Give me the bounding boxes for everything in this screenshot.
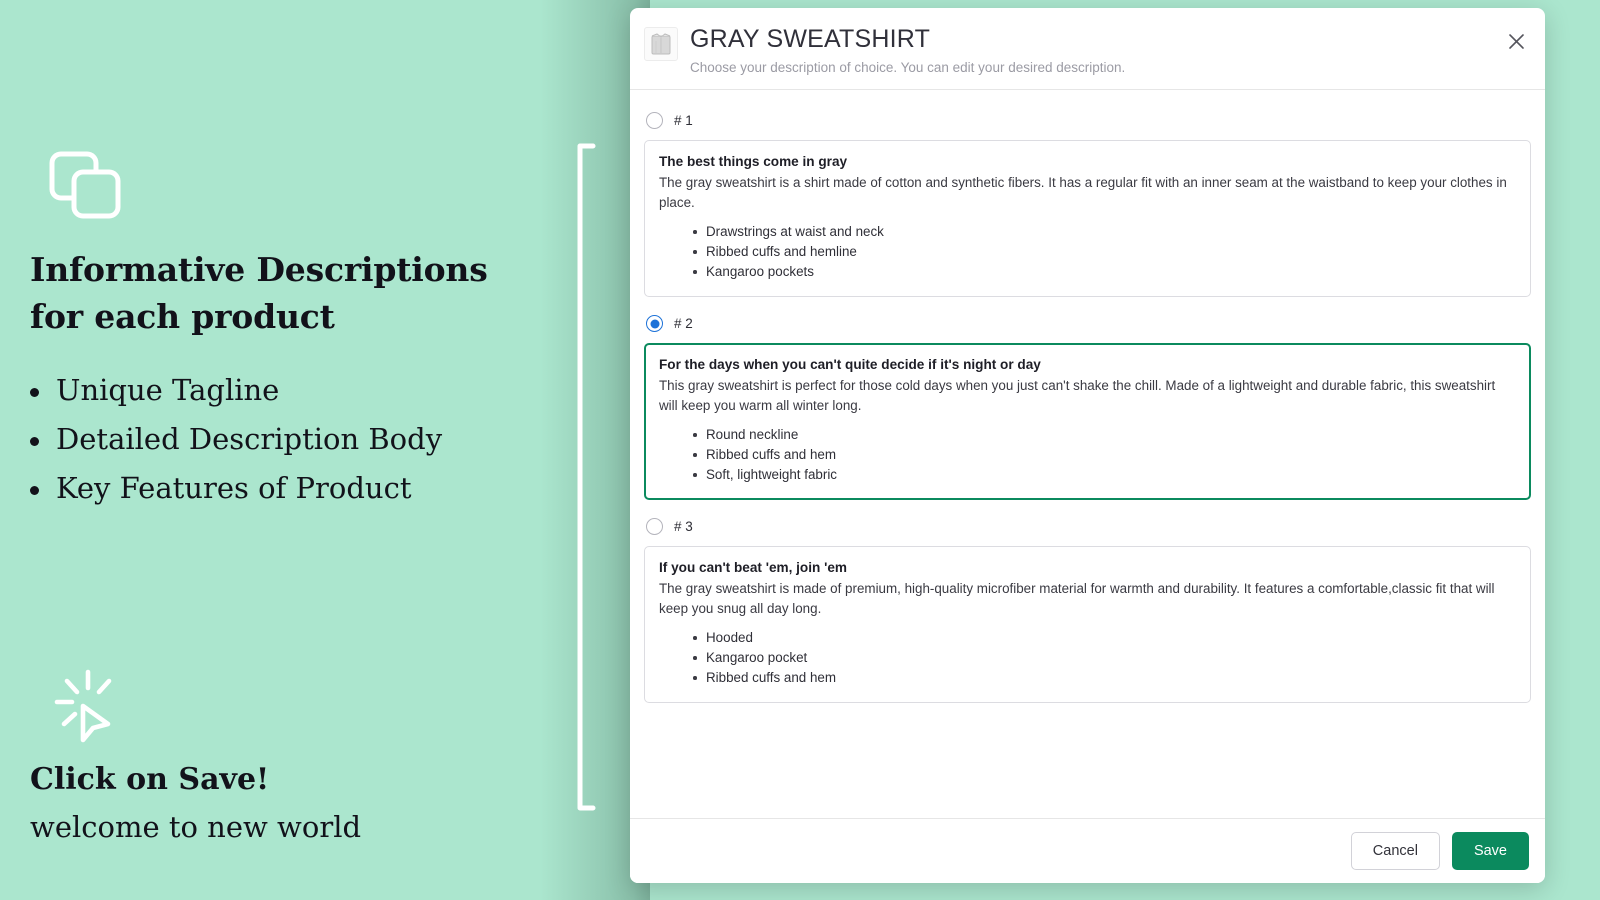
card-2-features: Round neckline Ribbed cuffs and hem Soft…: [693, 425, 1516, 485]
card-1-title: The best things come in gray: [659, 154, 848, 169]
option-1-header[interactable]: # 1: [646, 112, 1531, 129]
cta-subtitle: welcome to new world: [30, 810, 362, 844]
list-item: Ribbed cuffs and hem: [693, 668, 1516, 688]
description-option-1: # 1 The best things come in gray The gra…: [644, 112, 1531, 297]
list-item: Unique Tagline: [30, 366, 550, 415]
list-item: Ribbed cuffs and hem: [693, 445, 1516, 465]
description-options-list: # 1 The best things come in gray The gra…: [630, 90, 1545, 818]
card-3-body: The gray sweatshirt is made of premium, …: [659, 581, 1495, 616]
description-chooser-modal: GRAY SWEATSHIRT Choose your description …: [630, 8, 1545, 883]
gray-sweatshirt-thumbnail: [644, 27, 678, 61]
card-1-body: The gray sweatshirt is a shirt made of c…: [659, 175, 1507, 210]
option-1-number: # 1: [674, 113, 693, 128]
radio-option-3[interactable]: [646, 518, 663, 535]
modal-footer: Cancel Save: [630, 818, 1545, 883]
list-item: Kangaroo pockets: [693, 262, 1516, 282]
card-2-title: For the days when you can't quite decide…: [659, 357, 1041, 372]
description-card-1[interactable]: The best things come in gray The gray sw…: [644, 140, 1531, 297]
option-3-number: # 3: [674, 519, 693, 534]
radio-option-2[interactable]: [646, 315, 663, 332]
list-item: Ribbed cuffs and hemline: [693, 242, 1516, 262]
card-3-features: Hooded Kangaroo pocket Ribbed cuffs and …: [693, 628, 1516, 688]
list-item: Drawstrings at waist and neck: [693, 222, 1516, 242]
feature-list: Unique Tagline Detailed Description Body…: [30, 366, 550, 513]
left-promo-panel: Informative Descriptions for each produc…: [0, 0, 600, 900]
click-cursor-icon: [50, 668, 126, 744]
list-item: Detailed Description Body: [30, 415, 550, 464]
list-item: Soft, lightweight fabric: [693, 465, 1516, 485]
option-2-header[interactable]: # 2: [646, 315, 1531, 332]
list-item: Kangaroo pocket: [693, 648, 1516, 668]
list-item: Round neckline: [693, 425, 1516, 445]
description-option-3: # 3 If you can't beat 'em, join 'em The …: [644, 518, 1531, 703]
copy-stack-icon: [48, 150, 124, 222]
modal-subtitle: Choose your description of choice. You c…: [690, 60, 1126, 75]
description-card-3[interactable]: If you can't beat 'em, join 'em The gray…: [644, 546, 1531, 703]
save-button[interactable]: Save: [1451, 832, 1529, 870]
cta-title: Click on Save!: [30, 762, 270, 797]
description-option-2: # 2 For the days when you can't quite de…: [644, 315, 1531, 500]
card-3-title: If you can't beat 'em, join 'em: [659, 560, 847, 575]
cancel-button[interactable]: Cancel: [1350, 832, 1440, 870]
bracket-line: [574, 143, 596, 811]
list-item: Key Features of Product: [30, 464, 550, 513]
card-2-body: This gray sweatshirt is perfect for thos…: [659, 378, 1496, 413]
page-title: Informative Descriptions for each produc…: [30, 250, 488, 336]
modal-header: GRAY SWEATSHIRT Choose your description …: [630, 8, 1545, 90]
option-3-header[interactable]: # 3: [646, 518, 1531, 535]
option-2-number: # 2: [674, 316, 693, 331]
list-item: Hooded: [693, 628, 1516, 648]
radio-option-1[interactable]: [646, 112, 663, 129]
card-1-features: Drawstrings at waist and neck Ribbed cuf…: [693, 222, 1516, 282]
modal-title: GRAY SWEATSHIRT: [690, 25, 931, 53]
close-icon[interactable]: [1503, 28, 1529, 54]
description-card-2[interactable]: For the days when you can't quite decide…: [644, 343, 1531, 500]
